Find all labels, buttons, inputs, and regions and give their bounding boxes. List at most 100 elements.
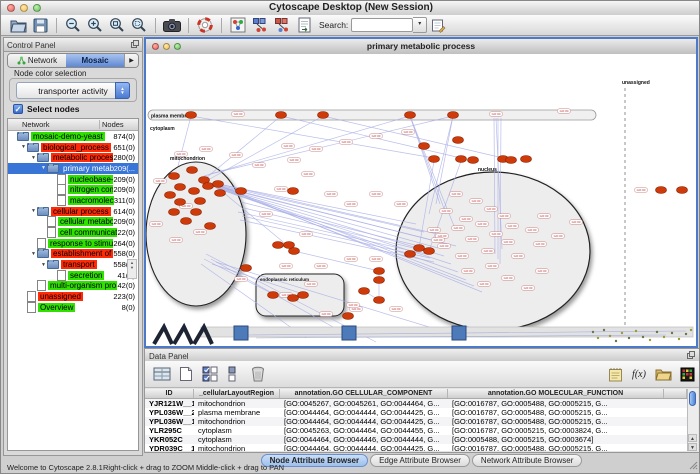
bottom-strip-selected-node[interactable] (342, 326, 356, 340)
zoom-window-icon[interactable] (33, 4, 41, 12)
table-cell[interactable]: YJR121W__1 (145, 399, 194, 408)
tree-header-nodes[interactable]: Nodes (99, 120, 138, 129)
table-cell[interactable]: [GO:0016787, GO:0005215, GO:0003824, G..… (448, 426, 664, 435)
table-cell[interactable]: YKR052C (145, 435, 194, 444)
network-node[interactable] (191, 209, 202, 216)
network-node[interactable] (181, 218, 192, 225)
tree-row[interactable]: mosaic-demo-yeast874(0) (8, 131, 138, 142)
network-node[interactable] (175, 184, 186, 191)
table-cell[interactable]: [GO:0045267, GO:0045261, GO:0044464, G..… (280, 399, 448, 408)
snapshot-camera-icon[interactable] (161, 16, 183, 35)
help-ring-icon[interactable] (194, 16, 216, 35)
open-file-icon[interactable] (7, 16, 29, 35)
network-node[interactable] (343, 313, 354, 320)
tree-row[interactable]: unassigned223(0) (8, 291, 138, 302)
zoom-selected-icon[interactable] (128, 16, 150, 35)
tree-row[interactable]: ▼establishment of lo558(0) (8, 249, 138, 260)
network-node[interactable] (359, 288, 370, 295)
float-panel-icon[interactable] (687, 351, 695, 361)
table-cell[interactable]: [GO:0044464, GO:0044444, GO:0044425, G..… (280, 417, 448, 426)
page-arrow-icon[interactable] (293, 16, 315, 35)
table-row[interactable]: YDR039C__1mitochondrion[GO:0044464, GO:0… (145, 444, 687, 451)
network-node[interactable] (298, 292, 309, 299)
network-node[interactable] (189, 188, 200, 195)
tree-row[interactable]: ▼primary metabo209(... (8, 163, 138, 174)
search-dropdown-icon[interactable]: ▾ (413, 17, 427, 33)
tree-row[interactable]: nucleobase-209(0) (8, 174, 138, 185)
network-node[interactable] (521, 156, 532, 163)
node-color-dropdown[interactable]: transporter activity ▲▼ (16, 82, 130, 99)
table-row[interactable]: YKR052Ccytoplasm[GO:0044464, GO:0044446,… (145, 435, 687, 444)
table-cell[interactable]: [GO:0044464, GO:0044446, GO:0044444, G..… (280, 435, 448, 444)
network-node[interactable] (419, 143, 430, 150)
table-cell[interactable]: [GO:0044464, GO:0044444, GO:0044425, G..… (280, 408, 448, 417)
network-node[interactable] (468, 157, 479, 164)
heatmap-matrix-icon[interactable] (675, 364, 699, 384)
table-row[interactable]: YLR295Ccytoplasm[GO:0045263, GO:0044464,… (145, 426, 687, 435)
network-node[interactable] (374, 277, 385, 284)
vizmapper-icon[interactable] (227, 16, 249, 35)
table-row[interactable]: YPL036W__2plasma membrane[GO:0044464, GO… (145, 408, 687, 417)
tree-row[interactable]: secretion41(0) (8, 270, 138, 281)
table-cell[interactable]: mitochondrion (194, 417, 280, 426)
network-node[interactable] (169, 209, 180, 216)
table-cell[interactable]: YPL036W__1 (145, 417, 194, 426)
network-node[interactable] (506, 157, 517, 164)
table-cell[interactable]: [GO:0045263, GO:0044464, GO:0044455, G..… (280, 426, 448, 435)
tab-network[interactable]: Network (8, 54, 66, 67)
network-node[interactable] (456, 156, 467, 163)
tree-row[interactable]: ▼metabolic process280(0) (8, 152, 138, 163)
tree-header-network[interactable]: Network (8, 120, 99, 129)
table-cell[interactable]: [GO:0044464, GO:0044444, GO:0044425, G..… (280, 444, 448, 451)
table-cell[interactable]: [GO:0016787, GO:0005488, GO:0005215, G..… (448, 417, 664, 426)
bottom-strip-selected-node[interactable] (452, 326, 466, 340)
zoom-in-icon[interactable] (84, 16, 106, 35)
network-node[interactable] (284, 242, 295, 249)
network-node[interactable] (276, 112, 287, 119)
table-cell[interactable]: cytoplasm (194, 435, 280, 444)
network-node[interactable] (186, 112, 197, 119)
tree-row[interactable]: ▼transport558(0) (8, 259, 138, 270)
network-node[interactable] (165, 192, 176, 199)
network-node[interactable] (273, 242, 284, 249)
network-node[interactable] (374, 297, 385, 304)
expander-icon[interactable]: ▼ (40, 165, 47, 171)
table-cell[interactable]: plasma membrane (194, 408, 280, 417)
expander-icon[interactable]: ▼ (30, 155, 37, 161)
network-canvas[interactable]: plasma membranecytoplasmunassignedmitoch… (146, 54, 696, 346)
network-node[interactable] (677, 187, 688, 194)
network-view-titlebar[interactable]: primary metabolic process (146, 39, 696, 55)
table-cell[interactable]: [GO:0016787, GO:0005488, GO:0005215, G..… (448, 444, 664, 451)
zoom-view-icon[interactable] (174, 43, 181, 50)
notepad-icon[interactable] (603, 364, 627, 384)
bottom-strip-selected-node[interactable] (234, 326, 248, 340)
network-node[interactable] (429, 156, 440, 163)
table-cell[interactable]: YPL036W__2 (145, 408, 194, 417)
close-view-icon[interactable] (152, 43, 159, 50)
table-cell[interactable]: YLR295C (145, 426, 194, 435)
import-attributes-folder-icon[interactable] (651, 364, 675, 384)
close-window-icon[interactable] (7, 4, 15, 12)
table-column-header[interactable]: annotation.GO MOLECULAR_FUNCTION (448, 389, 664, 398)
table-cell[interactable]: YDR039C__1 (145, 444, 194, 451)
table-row[interactable]: YPL036W__1mitochondrion[GO:0044464, GO:0… (145, 417, 687, 426)
tree-row[interactable]: ▼cellular process614(0) (8, 206, 138, 217)
network-node[interactable] (241, 265, 252, 272)
table-cell[interactable]: [GO:0005488, GO:0005215, GO:0003674] (448, 435, 664, 444)
create-network-icon[interactable] (249, 16, 271, 35)
table-row[interactable]: YJR121W__1mitochondrion[GO:0045267, GO:0… (145, 399, 687, 408)
table-cell[interactable]: mitochondrion (194, 399, 280, 408)
tree-row[interactable]: nitrogen compo209(0) (8, 184, 138, 195)
expander-icon[interactable]: ▼ (20, 144, 27, 150)
search-input[interactable] (351, 18, 413, 32)
expander-icon[interactable]: ▼ (30, 251, 37, 257)
tree-row[interactable]: cellular metabol209(0) (8, 217, 138, 228)
network-node[interactable] (205, 223, 216, 230)
zoom-out-icon[interactable] (62, 16, 84, 35)
network-node[interactable] (236, 188, 247, 195)
tree-row[interactable]: Overview8(0) (8, 302, 138, 313)
tree-scrollbar-arrows[interactable]: ▲▼ (127, 259, 137, 279)
tree-row[interactable]: ▼biological_process651(0) (8, 142, 138, 153)
zoom-fit-icon[interactable] (106, 16, 128, 35)
network-node[interactable] (405, 112, 416, 119)
